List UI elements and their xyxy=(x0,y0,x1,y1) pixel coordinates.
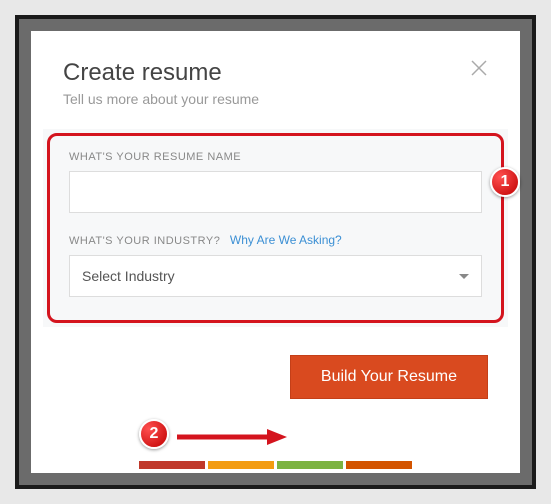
create-resume-modal: Create resume Tell us more about your re… xyxy=(31,31,520,473)
why-asking-link[interactable]: Why Are We Asking? xyxy=(230,233,342,247)
modal-title: Create resume xyxy=(63,59,488,87)
decorative-color-strip xyxy=(139,461,412,469)
modal-header: Create resume Tell us more about your re… xyxy=(31,31,520,129)
industry-select-placeholder: Select Industry xyxy=(82,268,175,284)
resume-name-label: WHAT'S YOUR RESUME NAME xyxy=(69,151,482,163)
app-frame: Create resume Tell us more about your re… xyxy=(15,15,536,489)
annotation-arrow-icon xyxy=(177,427,287,447)
form-section: WHAT'S YOUR RESUME NAME WHAT'S YOUR INDU… xyxy=(43,129,508,327)
annotation-badge-1: 1 xyxy=(490,167,520,197)
chevron-down-icon xyxy=(459,274,469,279)
resume-name-input[interactable] xyxy=(69,171,482,213)
modal-footer: Build Your Resume xyxy=(31,327,520,427)
annotation-badge-2: 2 xyxy=(139,419,169,449)
close-icon[interactable] xyxy=(470,59,488,77)
industry-select[interactable]: Select Industry xyxy=(69,255,482,297)
industry-label-text: WHAT'S YOUR INDUSTRY? xyxy=(69,235,220,247)
industry-label: WHAT'S YOUR INDUSTRY? Why Are We Asking? xyxy=(69,233,482,247)
modal-subtitle: Tell us more about your resume xyxy=(63,91,488,107)
build-resume-button[interactable]: Build Your Resume xyxy=(290,355,488,399)
